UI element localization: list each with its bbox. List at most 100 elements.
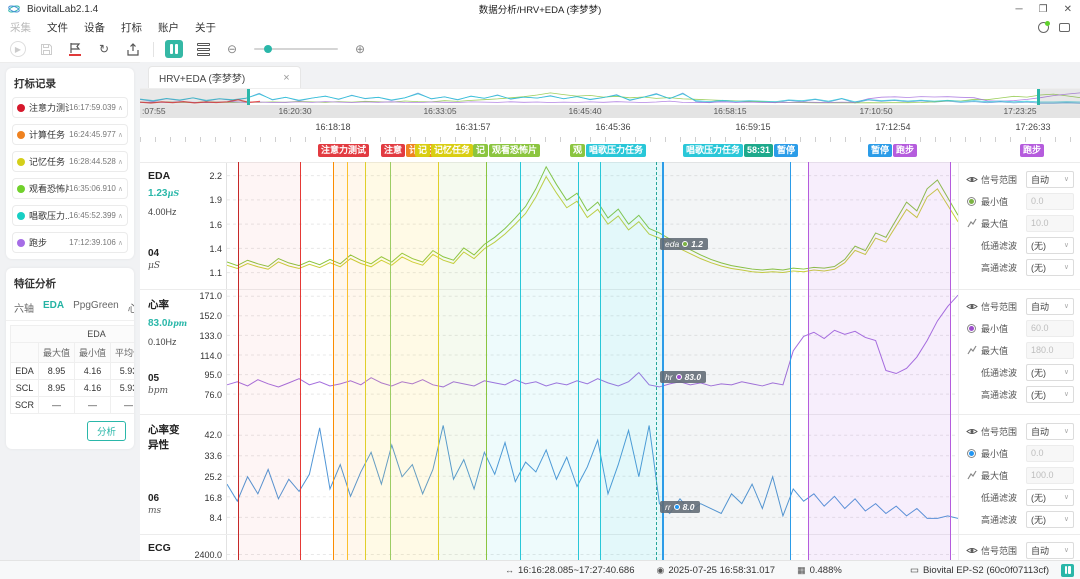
layout-columns-button[interactable] [165, 40, 183, 58]
mark-item[interactable]: 记忆任务16:28:44.528∧ [12, 151, 128, 172]
menu-item-4[interactable]: 账户 [158, 22, 179, 34]
analysis-tab-六轴[interactable]: 六轴 [14, 300, 34, 315]
min-value-input-field[interactable]: 60.0 [1026, 320, 1074, 337]
min-value-input-field[interactable]: 0.0 [1026, 445, 1074, 462]
mark-item[interactable]: 跑步17:12:39.106∧ [12, 232, 128, 253]
chevron-up-icon[interactable]: ∧ [118, 239, 123, 247]
highpass-select-field[interactable]: (无)∨ [1026, 259, 1074, 276]
event-badge[interactable]: 注意 [381, 144, 405, 157]
panel-controls-hr: 信号范围自动∨最小值60.0最大值180.0低通滤波(无)∨高通滤波(无)∨ [958, 290, 1080, 414]
signal-range-select-field[interactable]: 自动∨ [1026, 171, 1074, 188]
layout-rows-button[interactable] [194, 40, 212, 58]
event-badge[interactable]: 观看恐怖片 [489, 144, 540, 157]
max-value-input-field[interactable]: 180.0 [1026, 342, 1074, 359]
max-value-input-field[interactable]: 10.0 [1026, 215, 1074, 232]
tab-close-icon[interactable]: × [283, 72, 289, 84]
selection-handle-left[interactable] [247, 89, 250, 105]
analysis-tab-PpgGreen[interactable]: PpgGreen [73, 300, 119, 315]
mark-item[interactable]: 唱歌压力...16:45:52.399∧ [12, 205, 128, 226]
control-label: 高通滤波 [981, 513, 1023, 526]
timeline-overview[interactable] [140, 88, 1080, 105]
close-button[interactable]: ✕ [1064, 4, 1072, 15]
event-badge[interactable]: 唱歌压力任务 [586, 144, 646, 157]
mark-item[interactable]: 计算任务16:24:45.977∧ [12, 124, 128, 145]
chevron-up-icon[interactable]: ∧ [118, 104, 123, 112]
event-badge[interactable]: 暂停 [868, 144, 892, 157]
y-tick-label: 152.0 [199, 311, 222, 321]
mark-item[interactable]: 观看恐怖片16:35:06.910∧ [12, 178, 128, 199]
min-dot-icon [965, 324, 978, 333]
panel-toggle-icon[interactable] [1061, 564, 1074, 577]
sidebar: 打标记录 注意力测试16:17:59.039∧计算任务16:24:45.977∧… [6, 68, 134, 557]
max-value-input-field[interactable]: 100.0 [1026, 467, 1074, 484]
user-status-icon[interactable] [1038, 22, 1049, 33]
event-badge[interactable]: 观 [570, 144, 585, 157]
event-badge[interactable]: 58:31 [744, 144, 773, 157]
toolbar: ▶ ↻ ⊖ ⊕ [0, 36, 1080, 63]
chevron-up-icon[interactable]: ∧ [118, 158, 123, 166]
y-tick-label: 1.6 [209, 220, 222, 230]
event-badge[interactable]: 记忆任务 [431, 144, 473, 157]
flag-marker-button[interactable] [66, 40, 84, 58]
mark-item[interactable]: 注意力测试16:17:59.039∧ [12, 97, 128, 118]
menu-item-5[interactable]: 关于 [195, 22, 216, 34]
mark-time: 16:28:44.528 [69, 157, 116, 166]
panel-current-value: 83.0bpm [148, 318, 186, 329]
zoom-slider-knob[interactable] [264, 45, 272, 53]
menu-item-0[interactable]: 采集 [10, 22, 31, 34]
analysis-tab-心率变异[interactable]: 心率变异 [128, 300, 134, 315]
panel-info-hrv: 心率变异性06ms [140, 415, 188, 534]
table-row: SCL8.954.165.930.8 [11, 380, 135, 397]
export-button[interactable] [124, 40, 142, 58]
mark-color-dot [17, 212, 25, 220]
table-row: SCR———— [11, 397, 135, 414]
event-badge[interactable]: 跑步 [1020, 144, 1044, 157]
maximize-button[interactable]: ❐ [1039, 4, 1048, 15]
lowpass-select-field[interactable]: (无)∨ [1026, 364, 1074, 381]
chevron-up-icon[interactable]: ∧ [118, 185, 123, 193]
status-bar: ↔16:16:28.085~17:27:40.686 ◉2025-07-25 1… [0, 560, 1080, 579]
analysis-tab-EDA[interactable]: EDA [43, 300, 64, 315]
lowpass-select-field[interactable]: (无)∨ [1026, 489, 1074, 506]
panel-info-hr: 心率83.0bpm0.10Hz05bpm [140, 290, 188, 414]
lowpass-select-field[interactable]: (无)∨ [1026, 237, 1074, 254]
signal-range-select-field[interactable]: 自动∨ [1026, 423, 1074, 440]
highpass-select: 高通滤波(无)∨ [965, 256, 1074, 278]
signal-range-select-field[interactable]: 自动∨ [1026, 298, 1074, 315]
event-badge[interactable]: 唱歌压力任务 [683, 144, 743, 157]
selection-handle-right[interactable] [1037, 89, 1040, 105]
min-dot-icon [967, 449, 976, 458]
y-tick-label: 133.0 [199, 331, 222, 341]
axis-time-label: 16:18:18 [315, 122, 350, 132]
chevron-up-icon[interactable]: ∧ [118, 212, 123, 220]
signal-range-select: 信号范围自动∨ [965, 420, 1074, 442]
panel-channel: 06 [148, 493, 186, 504]
chat-icon[interactable] [1059, 23, 1070, 32]
play-button[interactable]: ▶ [10, 41, 26, 57]
event-badge[interactable]: 记 [415, 144, 430, 157]
highpass-select-field[interactable]: (无)∨ [1026, 511, 1074, 528]
control-label: 信号范围 [981, 544, 1023, 557]
event-badge[interactable]: 跑步 [893, 144, 917, 157]
zoom-slider[interactable] [254, 48, 338, 50]
min-value-input-field[interactable]: 0.0 [1026, 193, 1074, 210]
y-tick-label: 171.0 [199, 291, 222, 301]
menu-item-3[interactable]: 打标 [121, 22, 142, 34]
event-badge[interactable]: 注意力测试 [318, 144, 369, 157]
mark-time: 16:45:52.399 [69, 211, 116, 220]
highpass-select-field[interactable]: (无)∨ [1026, 386, 1074, 403]
menu-item-2[interactable]: 设备 [84, 22, 105, 34]
zoom-out-button[interactable]: ⊖ [223, 40, 241, 58]
tab-hrv-eda[interactable]: HRV+EDA (李梦梦) × [148, 66, 301, 88]
save-button[interactable] [37, 40, 55, 58]
menu-item-1[interactable]: 文件 [47, 22, 68, 34]
mark-label: 记忆任务 [29, 155, 69, 168]
zoom-in-button[interactable]: ⊕ [351, 40, 369, 58]
analyze-button[interactable]: 分析 [87, 421, 126, 441]
signal-range-select-field[interactable]: 自动∨ [1026, 542, 1074, 559]
minimize-button[interactable]: ─ [1016, 4, 1023, 15]
event-badge[interactable]: 记 [473, 144, 488, 157]
replay-button[interactable]: ↻ [95, 40, 113, 58]
event-badge[interactable]: 暂停 [774, 144, 798, 157]
chevron-up-icon[interactable]: ∧ [118, 131, 123, 139]
